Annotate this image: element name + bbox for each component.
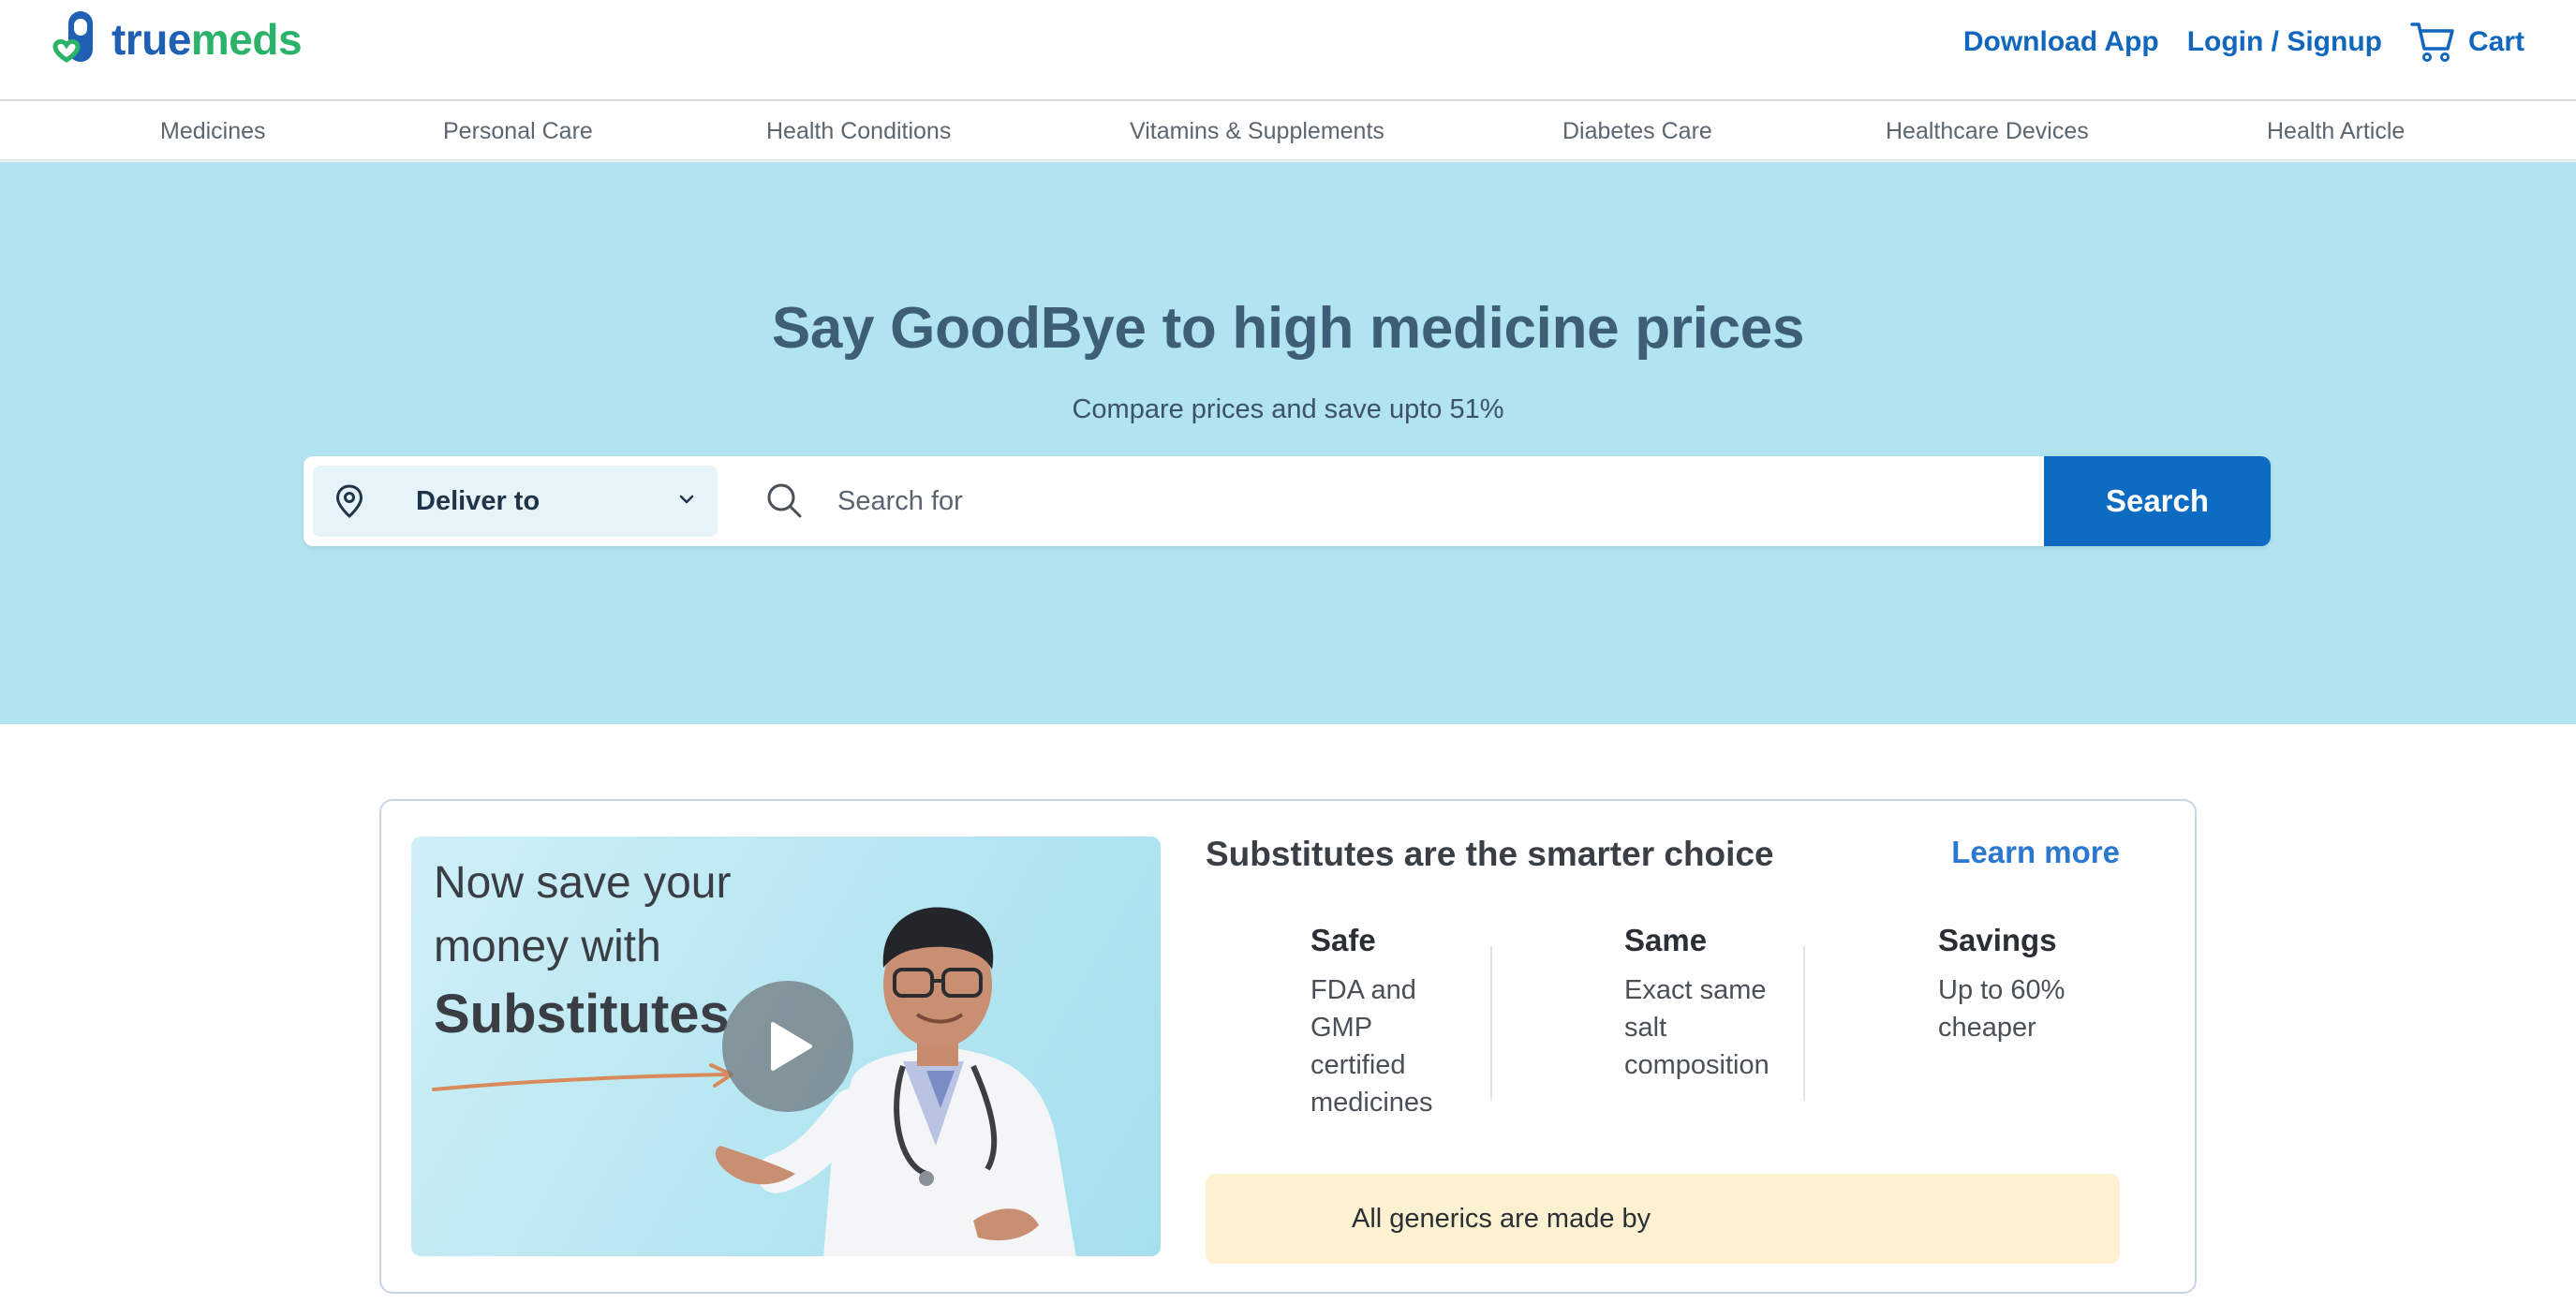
login-signup-link[interactable]: Login / Signup: [2187, 26, 2382, 58]
feature-same: Same Exact same salt composition: [1624, 923, 1812, 1084]
search-button[interactable]: Search: [2044, 456, 2271, 546]
cart-label: Cart: [2467, 26, 2524, 57]
feature-title: Safe: [1310, 923, 1376, 957]
play-icon: [771, 1022, 812, 1071]
chevron-down-icon: [679, 495, 694, 504]
feature-description: Exact same salt composition: [1624, 975, 1769, 1080]
download-app-link[interactable]: Download App: [1963, 26, 2159, 58]
nav-item-health-article[interactable]: Health Article: [2267, 103, 2405, 159]
pill-heart-logo-icon: [52, 11, 93, 63]
cart-button[interactable]: Cart: [2410, 21, 2524, 64]
cart-icon: [2410, 22, 2454, 62]
generics-banner: All generics are made by: [1206, 1174, 2120, 1264]
deliver-to-selector[interactable]: Deliver to: [313, 466, 718, 537]
feature-description: FDA and GMP certified medicines: [1310, 975, 1433, 1118]
substitutes-title: Substitutes are the smarter choice: [1206, 835, 1774, 873]
nav-item-healthcare-devices[interactable]: Healthcare Devices: [1886, 103, 2089, 159]
feature-title: Same: [1624, 923, 1708, 957]
nav-item-medicines[interactable]: Medicines: [160, 103, 266, 159]
nav-item-vitamins-supplements[interactable]: Vitamins & Supplements: [1130, 103, 1384, 159]
category-nav: Medicines Personal Care Health Condition…: [0, 103, 2576, 161]
search-bar: Deliver to Search: [303, 456, 2271, 546]
substitutes-card: Now save your money with Substitutes Sub…: [379, 799, 2197, 1294]
substitutes-video[interactable]: Now save your money with Substitutes: [411, 837, 1161, 1256]
logo-text-meds: meds: [190, 15, 303, 64]
feature-title: Savings: [1938, 923, 2057, 957]
feature-description: Up to 60% cheaper: [1938, 975, 2065, 1043]
top-header: truemeds Download App Login / Signup Car…: [0, 0, 2576, 101]
nav-item-personal-care[interactable]: Personal Care: [443, 103, 593, 159]
nav-item-health-conditions[interactable]: Health Conditions: [766, 103, 951, 159]
learn-more-link[interactable]: Learn more: [1951, 835, 2120, 870]
play-button[interactable]: [722, 981, 853, 1112]
search-input[interactable]: [837, 469, 1962, 533]
generics-text: All generics are made by: [1352, 1204, 1651, 1234]
feature-divider: [1803, 946, 1805, 1101]
hero-section: Say GoodBye to high medicine prices Comp…: [0, 162, 2576, 724]
feature-savings: Savings Up to 60% cheaper: [1938, 923, 2125, 1046]
truemeds-logo[interactable]: truemeds: [52, 9, 303, 69]
hero-subtitle: Compare prices and save upto 51%: [1072, 394, 1504, 424]
feature-divider: [1490, 946, 1492, 1101]
nav-item-diabetes-care[interactable]: Diabetes Care: [1562, 103, 1712, 159]
feature-safe: Safe FDA and GMP certified medicines: [1310, 923, 1498, 1121]
deliver-to-label: Deliver to: [416, 486, 540, 516]
logo-text-true: true: [111, 15, 191, 64]
location-pin-icon: [335, 484, 363, 518]
header-actions: Download App Login / Signup Cart: [1963, 13, 2524, 71]
hero-title: Say GoodBye to high medicine prices: [771, 296, 1805, 361]
video-caption-line2: money with: [434, 922, 661, 971]
search-icon: [767, 483, 802, 518]
logo-wordmark: truemeds: [111, 15, 303, 64]
